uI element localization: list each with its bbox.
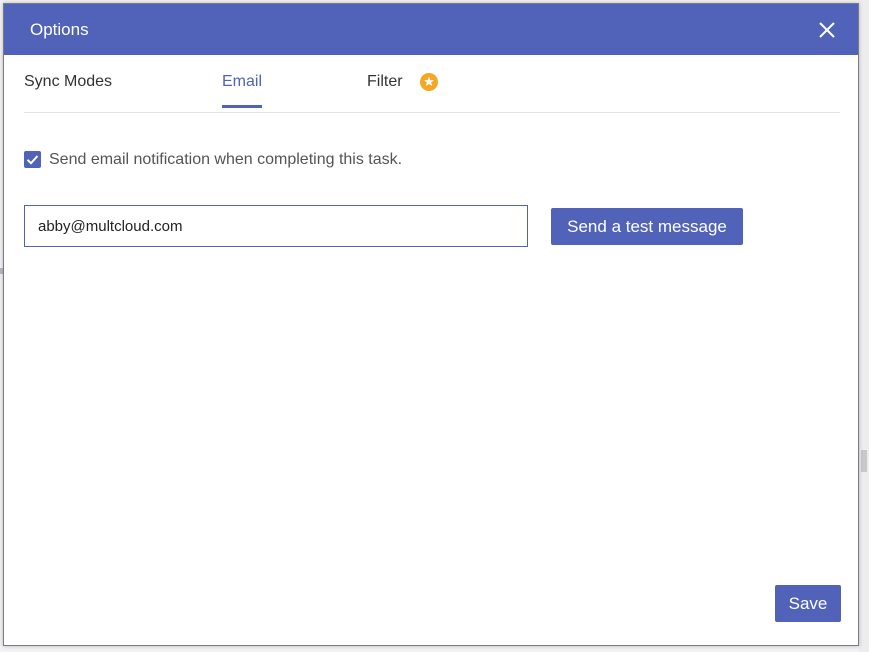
premium-star-icon bbox=[420, 73, 438, 91]
tab-bar: Sync Modes Email Filter bbox=[24, 55, 840, 113]
tab-sync-modes[interactable]: Sync Modes bbox=[24, 72, 112, 105]
dialog-header: Options bbox=[4, 4, 858, 55]
background-page-edge bbox=[858, 0, 869, 652]
tab-email[interactable]: Email bbox=[222, 72, 263, 108]
email-address-input[interactable] bbox=[24, 205, 528, 247]
dialog-title: Options bbox=[30, 20, 89, 39]
save-button[interactable]: Save bbox=[775, 585, 841, 622]
background-scroll-fragment bbox=[861, 450, 867, 472]
tab-filter[interactable]: Filter bbox=[367, 72, 403, 105]
notify-checkbox[interactable] bbox=[24, 151, 41, 168]
send-test-message-button[interactable]: Send a test message bbox=[551, 208, 743, 245]
close-icon[interactable] bbox=[816, 19, 838, 41]
notify-label: Send email notification when completing … bbox=[49, 151, 403, 168]
options-dialog: Options Sync Modes Email Filter Send ema… bbox=[3, 3, 859, 646]
